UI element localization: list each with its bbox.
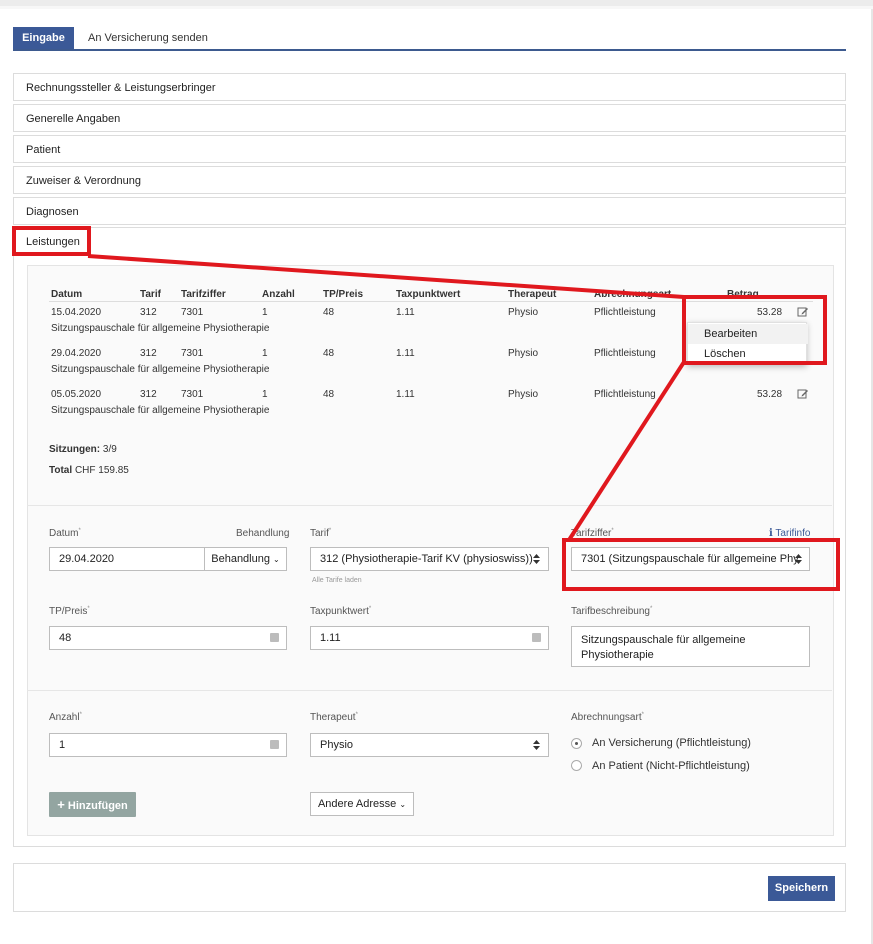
col-abrechnungsart: Abrechnungsart: [594, 289, 672, 300]
cell-anzahl: 1: [262, 307, 268, 318]
andere-adresse-dropdown[interactable]: Andere Adresse ⌄: [310, 792, 414, 816]
col-taxpunktwert: Taxpunktwert: [396, 289, 461, 300]
tarifbeschreibung-textarea[interactable]: Sitzungspauschale für allgemeine Physiot…: [571, 626, 810, 667]
cell-tarif: 312: [140, 348, 157, 359]
form-divider-bottom: [27, 690, 832, 691]
col-therapeut: Therapeut: [508, 289, 557, 300]
anzahl-input[interactable]: 1: [49, 733, 287, 757]
row-description: Sitzungspauschale für allgemeine Physiot…: [51, 323, 270, 334]
datum-input[interactable]: 29.04.2020: [49, 547, 205, 571]
cell-anzahl: 1: [262, 389, 268, 400]
chevron-down-icon: ⌄: [399, 800, 407, 809]
sessions-value: 3/9: [102, 444, 117, 455]
add-button-label: Hinzufügen: [67, 800, 128, 812]
cell-therapeut: Physio: [508, 307, 539, 318]
cell-tarifziffer: 7301: [181, 307, 204, 318]
therapeut-select[interactable]: Physio: [310, 733, 549, 757]
tp-preis-label: TP/Preis*: [49, 606, 90, 617]
plus-icon: +: [57, 797, 65, 812]
cell-datum: 29.04.2020: [51, 348, 102, 359]
behandlung-dropdown[interactable]: Behandlung ⌄: [204, 547, 287, 571]
abrechnungsart-label: Abrechnungsart*: [571, 712, 644, 723]
tab-an-versicherung-senden[interactable]: An Versicherung senden: [88, 27, 208, 49]
chevron-down-icon: ⌄: [273, 555, 280, 564]
edit-icon[interactable]: [797, 388, 809, 400]
footer-bar: Speichern: [13, 863, 846, 912]
top-bar-shadow: [0, 6, 873, 9]
cell-betrag: 53.28: [757, 389, 783, 400]
annotation-box-menu: [682, 295, 827, 365]
radio-patient[interactable]: [571, 760, 582, 771]
cell-abrechnungsart: Pflichtleistung: [594, 307, 656, 318]
sessions-label: Sitzungen:: [49, 444, 101, 455]
col-datum: Datum: [51, 289, 83, 300]
tp-preis-input[interactable]: 48: [49, 626, 287, 650]
cell-tpw: 1.11: [396, 307, 415, 318]
tarif-select[interactable]: 312 (Physiotherapie-Tarif KV (physioswis…: [310, 547, 549, 571]
cell-datum: 15.04.2020: [51, 307, 102, 318]
section-title: Zuweiser & Verordnung: [26, 175, 141, 187]
total-summary: Total CHF 159.85: [49, 465, 129, 476]
cell-tarifziffer: 7301: [181, 389, 204, 400]
alle-tarife-laden-link[interactable]: Alle Tarife laden: [312, 577, 362, 584]
calculator-icon[interactable]: [270, 633, 279, 642]
col-tarifziffer: Tarifziffer: [181, 289, 226, 300]
cell-tp: 48: [323, 307, 335, 318]
taxpunktwert-input[interactable]: 1.11: [310, 626, 549, 650]
annotation-box-leistungen: [12, 226, 91, 256]
section-rechnungssteller[interactable]: Rechnungssteller & Leistungserbringer: [13, 73, 846, 101]
cell-tarif: 312: [140, 389, 157, 400]
section-title: Rechnungssteller & Leistungserbringer: [26, 82, 216, 94]
col-anzahl: Anzahl: [262, 289, 295, 300]
calculator-icon[interactable]: [270, 740, 279, 749]
updown-icon: [533, 554, 540, 564]
radio-versicherung[interactable]: [571, 738, 582, 749]
behandlung-label: Behandlung: [236, 528, 290, 539]
row-description: Sitzungspauschale für allgemeine Physiot…: [51, 405, 270, 416]
annotation-box-tarifziffer: [562, 538, 840, 591]
section-patient[interactable]: Patient: [13, 135, 846, 163]
andere-adresse-label: Andere Adresse: [317, 798, 397, 810]
section-title: Diagnosen: [26, 206, 79, 218]
anzahl-label: Anzahl*: [49, 712, 82, 723]
sessions-summary: Sitzungen: 3/9: [49, 444, 117, 455]
total-value: CHF 159.85: [74, 465, 129, 476]
tarif-label: Tarif*: [310, 528, 332, 539]
section-diagnosen[interactable]: Diagnosen: [13, 197, 846, 225]
tab-bar: Eingabe An Versicherung senden: [13, 27, 846, 51]
datum-label: Datum*: [49, 528, 81, 539]
calculator-icon[interactable]: [532, 633, 541, 642]
col-tp-preis: TP/Preis: [323, 289, 364, 300]
tab-eingabe[interactable]: Eingabe: [13, 27, 74, 49]
therapeut-label: Therapeut*: [310, 712, 358, 723]
taxpunktwert-label: Taxpunktwert*: [310, 606, 372, 617]
cell-abrechnungsart: Pflichtleistung: [594, 348, 656, 359]
add-button[interactable]: + Hinzufügen: [49, 792, 136, 817]
tarifbeschreibung-label: Tarifbeschreibung*: [571, 606, 653, 617]
section-title: Generelle Angaben: [26, 113, 121, 125]
form-divider-top: [27, 505, 832, 506]
row-description: Sitzungspauschale für allgemeine Physiot…: [51, 364, 270, 375]
cell-therapeut: Physio: [508, 389, 539, 400]
cell-tpw: 1.11: [396, 348, 415, 359]
cell-tp: 48: [323, 389, 335, 400]
cell-anzahl: 1: [262, 348, 268, 359]
section-zuweiser[interactable]: Zuweiser & Verordnung: [13, 166, 846, 194]
section-title: Patient: [26, 144, 61, 156]
cell-therapeut: Physio: [508, 348, 539, 359]
radio-patient-label[interactable]: An Patient (Nicht-Pflichtleistung): [592, 760, 750, 772]
behandlung-dropdown-label: Behandlung: [211, 553, 270, 565]
section-generelle-angaben[interactable]: Generelle Angaben: [13, 104, 846, 132]
save-button[interactable]: Speichern: [768, 876, 835, 901]
cell-datum: 05.05.2020: [51, 389, 102, 400]
cell-tp: 48: [323, 348, 335, 359]
cell-abrechnungsart: Pflichtleistung: [594, 389, 656, 400]
radio-versicherung-label[interactable]: An Versicherung (Pflichtleistung): [592, 737, 751, 749]
cell-tarif: 312: [140, 307, 157, 318]
updown-icon: [533, 740, 540, 750]
total-label: Total: [49, 465, 73, 476]
cell-tarifziffer: 7301: [181, 348, 204, 359]
cell-tpw: 1.11: [396, 389, 415, 400]
col-tarif: Tarif: [140, 289, 161, 300]
